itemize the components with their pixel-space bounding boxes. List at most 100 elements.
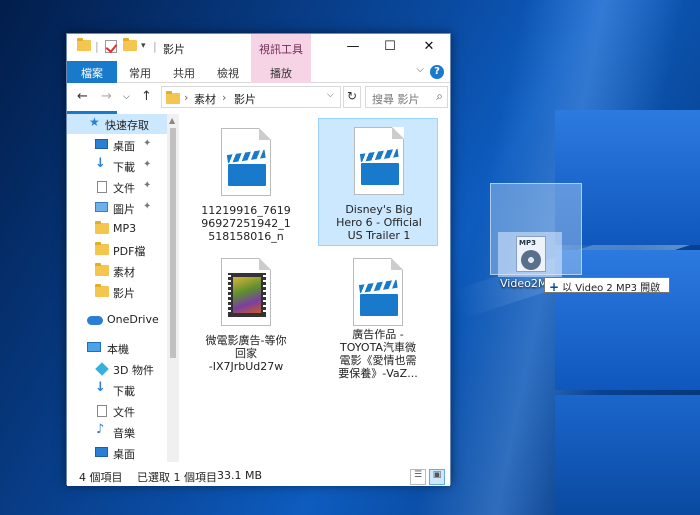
sidebar-item-label: 下載 (113, 385, 135, 398)
plus-icon: + (549, 280, 560, 294)
sidebar-item-3d-objects[interactable]: 3D 物件 (67, 359, 167, 379)
sidebar-item-documents[interactable]: 文件 ✦ (67, 177, 167, 197)
sidebar-item-label: 文件 (113, 182, 135, 195)
navigation-pane: ★ 快速存取 桌面 ✦ ↓ 下載 ✦ 文件 ✦ 圖片 ✦ MP3 PDF檔 素材… (67, 114, 167, 462)
cloud-icon (87, 316, 103, 325)
back-arrow-icon[interactable]: ← (77, 89, 88, 104)
sidebar-item-materials[interactable]: 素材 (67, 261, 167, 281)
document-icon (97, 405, 107, 417)
properties-icon[interactable] (105, 40, 117, 54)
file-explorer-window: | ▾ | 影片 視訊工具 — ☐ ✕ 檔案 常用 共用 檢視 播放 ⌵ ? ←… (66, 33, 451, 486)
music-icon: ♪ (96, 422, 105, 437)
video-tools-context-label: 視訊工具 (251, 34, 311, 61)
breadcrumb-item[interactable]: 素材 (194, 91, 216, 107)
scroll-up-icon[interactable]: ▲ (169, 116, 175, 125)
scrollbar-thumb[interactable] (170, 128, 176, 358)
folder-icon (95, 221, 109, 237)
sidebar-item-mp3[interactable]: MP3 (67, 219, 167, 239)
sidebar-item-label: PDF檔 (113, 245, 146, 258)
breadcrumb-separator: › (184, 91, 189, 104)
sidebar-item-music[interactable]: ♪ 音樂 (67, 422, 167, 442)
ribbon-tabs: 檔案 常用 共用 檢視 播放 ⌵ ? (67, 61, 450, 189)
video-clapper-icon (353, 258, 403, 326)
drag-tooltip: + 以 Video 2 MP3 開啟 (544, 277, 670, 294)
pin-icon[interactable]: ✦ (143, 180, 151, 191)
file-item[interactable]: 微電影廣告-等你 回家 -IX7JrbUd27w (186, 250, 306, 378)
sidebar-scrollbar[interactable]: ▲ (167, 114, 179, 462)
sidebar-item-pictures[interactable]: 圖片 ✦ (67, 198, 167, 218)
sidebar-item-label: 本機 (107, 343, 129, 356)
document-icon (97, 181, 107, 193)
video-clapper-icon (354, 127, 404, 195)
pin-icon[interactable]: ✦ (143, 201, 151, 212)
sidebar-item-label: 桌面 (113, 448, 135, 461)
desktop-icon (95, 447, 108, 457)
recent-locations-icon[interactable]: ⌵ (123, 92, 130, 102)
refresh-button[interactable]: ↻ (343, 86, 361, 108)
tab-home[interactable]: 常用 (119, 61, 161, 83)
sidebar-item-desktop[interactable]: 桌面 ✦ (67, 135, 167, 155)
pictures-icon (95, 202, 108, 212)
file-item[interactable]: 廣告作品 - TOYOTA汽車微 電影《愛情也需 要保養》-VaZ... (318, 250, 438, 380)
file-item[interactable]: 11219916_7619 96927251942_1 518158016_n (186, 120, 306, 248)
sidebar-item-label: 文件 (113, 406, 135, 419)
details-view-icon[interactable]: ☰ (410, 469, 426, 485)
sidebar-item-label: 影片 (113, 287, 135, 300)
forward-arrow-icon[interactable]: → (101, 89, 112, 104)
sidebar-item-quick-access[interactable]: ★ 快速存取 (67, 114, 167, 134)
sidebar-item-pc-downloads[interactable]: ↓ 下載 (67, 380, 167, 400)
file-item-selected[interactable]: Disney's Big Hero 6 - Official US Trailer … (318, 118, 438, 246)
sidebar-item-label: OneDrive (107, 313, 159, 326)
cube-icon (95, 362, 109, 376)
tab-play[interactable]: 播放 (251, 61, 311, 83)
maximize-button[interactable]: ☐ (372, 34, 408, 61)
breadcrumb-item[interactable]: 影片 (234, 91, 256, 107)
separator: | (95, 40, 99, 53)
folder-icon (95, 284, 109, 300)
file-name: 11219916_7619 96927251942_1 518158016_n (201, 204, 291, 243)
tab-share[interactable]: 共用 (163, 61, 205, 83)
sidebar-item-this-pc[interactable]: 本機 (67, 338, 167, 358)
sidebar-item-pc-desktop[interactable]: 桌面 (67, 443, 167, 462)
chevron-down-icon[interactable]: ⌵ (327, 90, 334, 100)
sidebar-item-videos[interactable]: 影片 (67, 282, 167, 302)
video-thumbnail-icon (221, 258, 271, 326)
tooltip-text: 以 Video 2 MP3 開啟 (562, 283, 661, 294)
customize-toolbar-icon[interactable]: ▾ (141, 41, 146, 55)
download-icon: ↓ (95, 380, 106, 395)
desktop-icon (95, 139, 108, 149)
folder-icon (95, 263, 109, 279)
sidebar-item-label: 音樂 (113, 427, 135, 440)
address-toolbar: ← → ⌵ ↑ › 素材 › 影片 ⌵ ↻ 搜尋 影片 ⌕ (67, 83, 450, 111)
tab-view[interactable]: 檢視 (207, 61, 249, 83)
file-name: 廣告作品 - TOYOTA汽車微 電影《愛情也需 要保養》-VaZ... (338, 328, 418, 380)
chevron-down-icon[interactable]: ⌵ (416, 64, 424, 75)
computer-icon (87, 342, 101, 352)
address-bar[interactable]: › 素材 › 影片 ⌵ (161, 86, 341, 108)
sidebar-item-label: MP3 (113, 222, 137, 235)
new-folder-icon[interactable] (123, 38, 137, 54)
minimize-button[interactable]: — (335, 34, 371, 61)
large-icons-view-icon[interactable]: ▣ (429, 469, 445, 485)
video-clapper-icon (221, 128, 271, 196)
download-icon: ↓ (95, 156, 106, 171)
file-name: 微電影廣告-等你 回家 -IX7JrbUd27w (205, 334, 287, 373)
file-name: Disney's Big Hero 6 - Official US Trailer … (336, 203, 422, 242)
sidebar-item-pc-documents[interactable]: 文件 (67, 401, 167, 421)
sidebar-item-label: 圖片 (113, 203, 135, 216)
sidebar-item-label: 快速存取 (105, 119, 149, 132)
title-bar[interactable]: | ▾ | 影片 視訊工具 — ☐ ✕ (67, 34, 450, 61)
search-icon: ⌕ (436, 89, 443, 103)
sidebar-item-onedrive[interactable]: OneDrive (67, 310, 167, 330)
pin-icon[interactable]: ✦ (143, 159, 151, 170)
sidebar-item-pdf[interactable]: PDF檔 (67, 240, 167, 260)
help-icon[interactable]: ? (430, 65, 444, 79)
status-bar: 4 個項目 已選取 1 個項目 33.1 MB ☰ ▣ (67, 464, 450, 486)
pin-icon[interactable]: ✦ (143, 138, 151, 149)
close-button[interactable]: ✕ (411, 34, 447, 61)
sidebar-item-downloads[interactable]: ↓ 下載 ✦ (67, 156, 167, 176)
folder-icon (166, 91, 180, 104)
search-input[interactable]: 搜尋 影片 ⌕ (365, 86, 448, 108)
up-arrow-icon[interactable]: ↑ (141, 89, 152, 104)
search-placeholder: 搜尋 影片 (372, 93, 420, 106)
